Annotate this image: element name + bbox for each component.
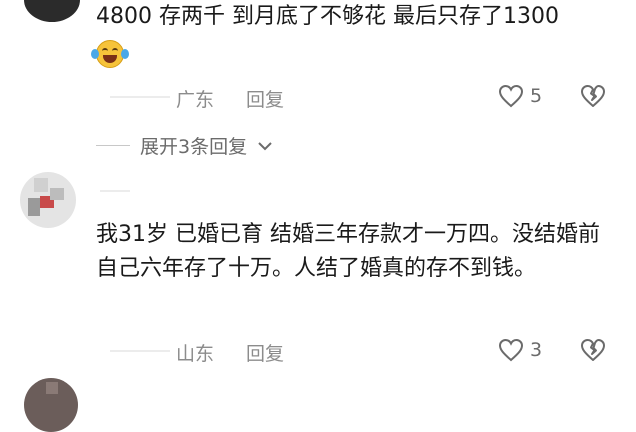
- commenter-avatar[interactable]: [20, 172, 76, 228]
- like-button[interactable]: 5: [498, 84, 542, 108]
- broken-heart-icon: [581, 85, 605, 107]
- comment-text: 我31岁 已婚已育 结婚三年存款才一万四。没结婚前自己六年存了十万。人结了婚真的…: [96, 222, 600, 281]
- commenter-avatar[interactable]: [24, 378, 78, 432]
- chevron-down-icon: [258, 141, 272, 150]
- reply-button[interactable]: 回复: [246, 85, 284, 112]
- blurred-username: [110, 350, 170, 352]
- blurred-username: [110, 96, 170, 98]
- like-count: 5: [530, 85, 543, 107]
- blurred-username: [100, 190, 130, 192]
- laugh-cry-emoji-icon: [91, 40, 129, 68]
- expand-replies-button[interactable]: 展开3条回复: [96, 132, 273, 159]
- heart-icon: [498, 84, 524, 108]
- comment-region: 山东: [176, 343, 215, 365]
- divider: [96, 145, 130, 146]
- dislike-button[interactable]: [580, 338, 606, 366]
- reply-button[interactable]: 回复: [246, 339, 284, 366]
- heart-icon: [498, 338, 524, 362]
- comment-region: 广东: [176, 89, 215, 111]
- comment-text: 4800 存两千 到月底了不够花 最后只存了1300: [96, 4, 559, 29]
- broken-heart-icon: [581, 339, 605, 361]
- expand-replies-label: 展开3条回复: [140, 136, 248, 158]
- like-count: 3: [530, 339, 543, 361]
- dislike-button[interactable]: [580, 84, 606, 112]
- like-button[interactable]: 3: [498, 338, 542, 362]
- commenter-avatar[interactable]: [24, 0, 80, 22]
